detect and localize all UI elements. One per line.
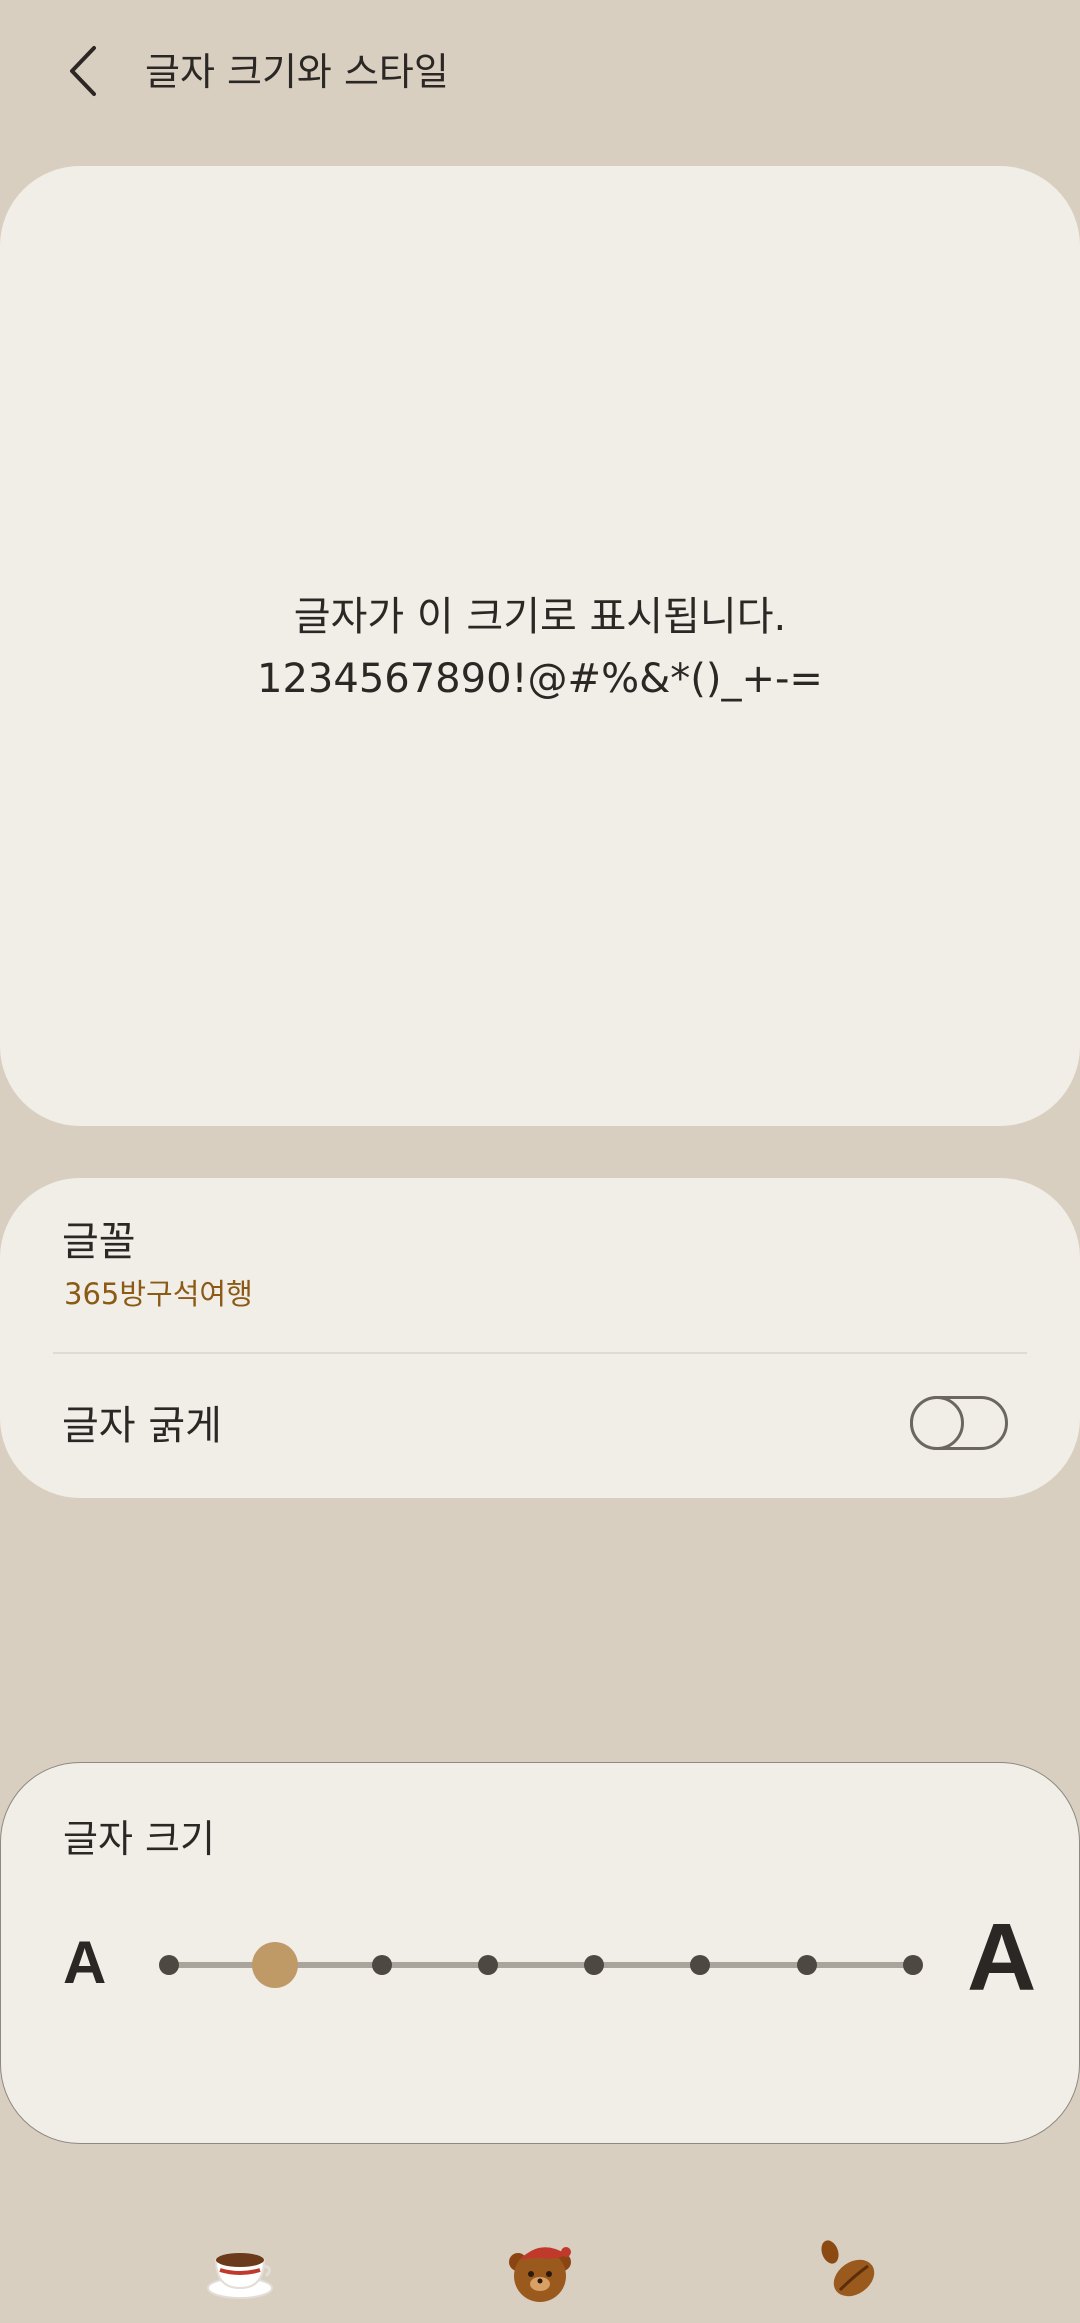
top-app-bar: 글자 크기와 스타일 <box>0 0 1080 150</box>
page-title: 글자 크기와 스타일 <box>145 50 449 94</box>
font-size-slider[interactable] <box>149 1937 933 1993</box>
bottom-decor-bar <box>0 2200 1080 2323</box>
slider-step-dot[interactable] <box>796 1955 817 1975</box>
font-settings-card: 글꼴 365방구석여행 글자 굵게 <box>0 1178 1080 1498</box>
preview-line-2: 1234567890!@#%&*()_+-= <box>257 656 823 702</box>
bear-icon <box>500 2230 580 2310</box>
coffee-beans-icon <box>810 2230 890 2310</box>
slider-step-dot[interactable] <box>477 1955 498 1975</box>
preview-line-1: 글자가 이 크기로 표시됩니다. <box>293 594 787 640</box>
slider-thumb[interactable] <box>252 1942 299 1988</box>
font-size-title: 글자 크기 <box>63 1817 215 1861</box>
toggle-knob <box>910 1396 964 1450</box>
chevron-left-icon <box>70 46 96 96</box>
text-preview-card: 글자가 이 크기로 표시됩니다. 1234567890!@#%&*()_+-= <box>0 166 1080 1126</box>
font-size-panel: 글자 크기 A A <box>0 1762 1080 2144</box>
coffee-cup-icon <box>200 2230 280 2310</box>
slider-step-dot[interactable] <box>584 1955 605 1975</box>
bold-text-label: 글자 굵게 <box>62 1403 222 1449</box>
slider-step-dot[interactable] <box>159 1955 179 1975</box>
large-size-label: A <box>967 1904 1037 2011</box>
slider-step-dot[interactable] <box>903 1955 923 1975</box>
small-size-label: A <box>63 1929 107 1996</box>
font-title: 글꼴 <box>62 1219 136 1265</box>
preview-text: 글자가 이 크기로 표시됩니다. 1234567890!@#%&*()_+-= <box>0 586 1080 710</box>
slider-step-dot[interactable] <box>371 1955 392 1975</box>
font-current-value: 365방구석여행 <box>64 1277 253 1311</box>
bold-text-row[interactable]: 글자 굵게 <box>0 1354 1080 1498</box>
bold-text-toggle[interactable] <box>910 1396 1008 1450</box>
back-button[interactable] <box>50 36 114 106</box>
slider-step-dot[interactable] <box>690 1955 711 1975</box>
font-row[interactable]: 글꼴 365방구석여행 <box>0 1178 1080 1352</box>
